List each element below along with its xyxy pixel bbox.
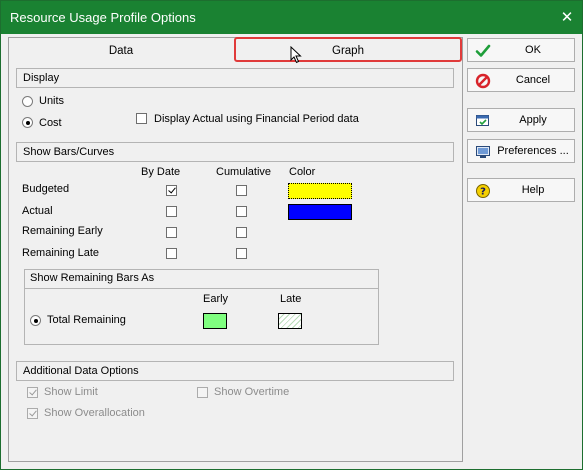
tab-graph[interactable]: Graph [237, 40, 459, 61]
total-remaining-radio[interactable] [30, 315, 41, 326]
remaining-late-cumulative-checkbox[interactable] [236, 248, 247, 259]
actual-label: Actual [22, 205, 53, 217]
early-column-header: Early [203, 293, 229, 305]
ok-button[interactable]: OK [467, 38, 575, 62]
green-checkmark-icon [475, 43, 491, 59]
window-title: Resource Usage Profile Options [10, 10, 196, 25]
budgeted-color-swatch[interactable] [288, 183, 352, 199]
bars-header-text: Show Bars/Curves [23, 146, 115, 158]
actual-cumulative-checkbox[interactable] [236, 206, 247, 217]
cumulative-column-header: Cumulative [216, 166, 272, 178]
show-limit-checkbox[interactable] [27, 387, 38, 398]
ok-label: OK [525, 44, 541, 56]
actual-by-date-checkbox[interactable] [166, 206, 177, 217]
additional-header-text: Additional Data Options [23, 365, 139, 377]
help-button[interactable]: ? Help [467, 178, 575, 202]
budgeted-label: Budgeted [22, 183, 70, 195]
bars-section-header: Show Bars/Curves [16, 142, 454, 162]
late-color-swatch[interactable] [278, 313, 302, 329]
remaining-late-label: Remaining Late [22, 247, 100, 259]
apply-label: Apply [519, 114, 547, 126]
remaining-bars-header: Show Remaining Bars As [24, 269, 379, 289]
show-overtime-checkbox[interactable] [197, 387, 208, 398]
units-radio[interactable] [22, 96, 33, 107]
remaining-bars-header-text: Show Remaining Bars As [30, 272, 155, 284]
remaining-early-label: Remaining Early [22, 225, 103, 237]
financial-period-checkbox[interactable] [136, 113, 147, 124]
apply-icon [475, 113, 491, 129]
display-header-text: Display [23, 72, 60, 84]
show-overallocation-checkbox[interactable] [27, 408, 38, 419]
show-overallocation-label: Show Overallocation [44, 407, 145, 419]
preferences-icon [475, 144, 491, 160]
by-date-column-header: By Date [141, 166, 181, 178]
close-button[interactable]: ✕ [552, 3, 582, 31]
red-no-icon [475, 73, 491, 89]
cost-label: Cost [39, 117, 62, 129]
help-label: Help [521, 184, 545, 196]
budgeted-by-date-checkbox[interactable] [166, 185, 177, 196]
preferences-label: Preferences ... [497, 145, 569, 157]
actual-color-swatch[interactable] [288, 204, 352, 220]
remaining-early-cumulative-checkbox[interactable] [236, 227, 247, 238]
preferences-button[interactable]: Preferences ... [467, 139, 575, 163]
apply-button[interactable]: Apply [467, 108, 575, 132]
additional-section-header: Additional Data Options [16, 361, 454, 381]
tab-data-label: Data [108, 44, 134, 57]
color-column-header: Color [289, 166, 316, 178]
cost-radio[interactable] [22, 117, 33, 128]
budgeted-cumulative-checkbox[interactable] [236, 185, 247, 196]
cancel-label: Cancel [515, 74, 551, 86]
remaining-early-by-date-checkbox[interactable] [166, 227, 177, 238]
tab-graph-label: Graph [332, 44, 364, 57]
financial-period-label: Display Actual using Financial Period da… [154, 113, 359, 125]
tab-data[interactable]: Data [11, 40, 231, 61]
early-color-swatch[interactable] [203, 313, 227, 329]
svg-text:?: ? [480, 187, 486, 198]
units-label: Units [39, 95, 65, 107]
show-limit-label: Show Limit [44, 386, 98, 398]
mouse-cursor-icon [290, 46, 302, 64]
cancel-button[interactable]: Cancel [467, 68, 575, 92]
late-column-header: Late [280, 293, 302, 305]
total-remaining-label: Total Remaining [47, 314, 126, 326]
help-icon: ? [475, 183, 491, 199]
close-icon: ✕ [560, 9, 574, 26]
title-bar: Resource Usage Profile Options ✕ [1, 1, 582, 34]
remaining-late-by-date-checkbox[interactable] [166, 248, 177, 259]
show-overtime-label: Show Overtime [214, 386, 290, 398]
display-section-header: Display [16, 68, 454, 88]
